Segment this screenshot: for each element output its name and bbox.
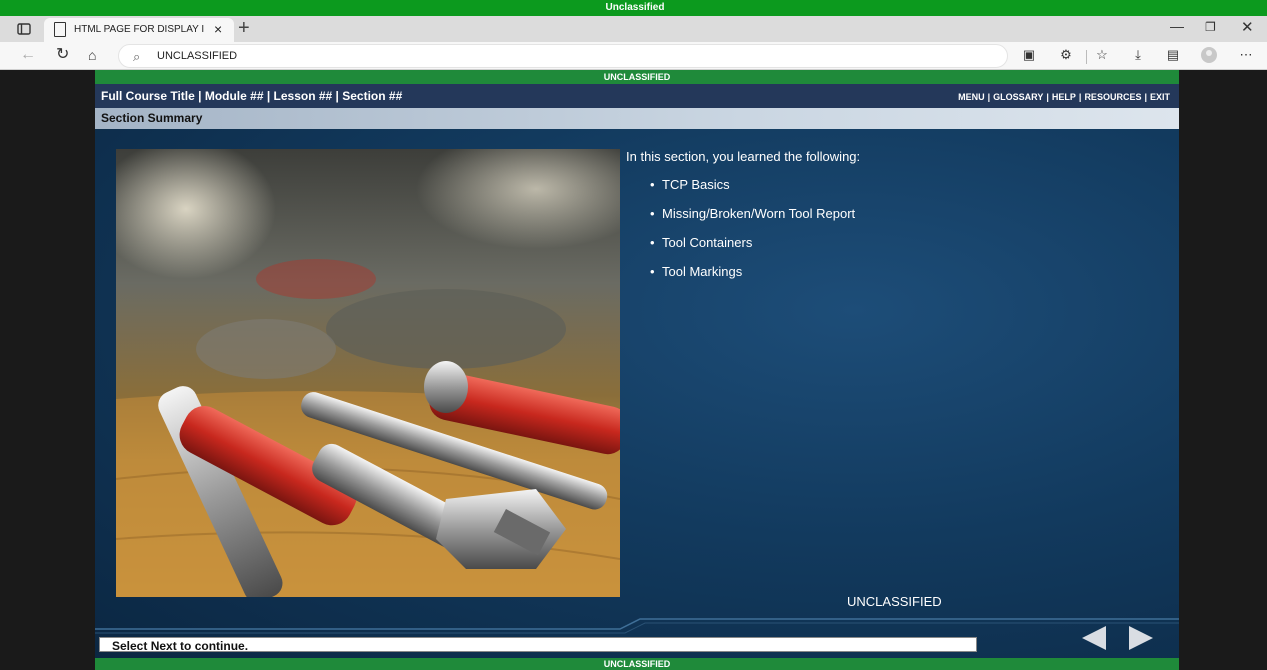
plus-icon[interactable]: + xyxy=(238,16,250,40)
refresh-icon[interactable]: ↻ xyxy=(56,45,69,65)
help-link[interactable]: HELP xyxy=(1052,92,1076,102)
address-text[interactable]: UNCLASSIFIED xyxy=(157,50,237,62)
footer-divider xyxy=(95,618,1179,634)
status-text: Select Next to continue. xyxy=(112,639,249,653)
address-bar[interactable]: ⌕ UNCLASSIFIED xyxy=(118,44,1008,68)
previous-button[interactable] xyxy=(1082,626,1106,650)
summary-list: TCP Basics Missing/Broken/Worn Tool Repo… xyxy=(650,177,855,293)
browser-toolbar: ← ↻ ⌂ ⌕ UNCLASSIFIED ▣ ⚙ ☆ ⤓ ▤ ⋯ xyxy=(0,42,1267,70)
restore-icon[interactable]: ❐ xyxy=(1205,20,1216,34)
course-classification-bottom: UNCLASSIFIED xyxy=(95,658,1179,670)
list-item: TCP Basics xyxy=(650,177,855,206)
status-bar: Select Next to continue. xyxy=(99,637,977,653)
content-classification: UNCLASSIFIED xyxy=(847,594,942,609)
resources-link[interactable]: RESOURCES xyxy=(1084,92,1141,102)
list-item: Tool Markings xyxy=(650,264,855,293)
course-menu: MENU | GLOSSARY | HELP | RESOURCES | EXIT xyxy=(958,92,1170,102)
browser-tab[interactable]: HTML PAGE FOR DISPLAY IN BRO × xyxy=(44,18,234,42)
window-close-icon[interactable]: ✕ xyxy=(1241,18,1254,36)
menu-link[interactable]: MENU xyxy=(958,92,985,102)
home-icon[interactable]: ⌂ xyxy=(88,45,96,65)
browser-tab-bar: HTML PAGE FOR DISPLAY IN BRO × + — ❐ ✕ xyxy=(0,16,1267,42)
favorites-icon[interactable]: ☆ xyxy=(1094,47,1110,63)
minimize-icon[interactable]: — xyxy=(1170,18,1184,34)
list-item: Tool Containers xyxy=(650,235,855,264)
course-player: UNCLASSIFIED Full Course Title | Module … xyxy=(95,70,1179,670)
glossary-link[interactable]: GLOSSARY xyxy=(993,92,1043,102)
course-header: Full Course Title | Module ## | Lesson #… xyxy=(95,84,1179,108)
profile-avatar[interactable] xyxy=(1201,47,1217,63)
course-title: Full Course Title | Module ## | Lesson #… xyxy=(101,89,403,103)
tools-photo xyxy=(116,149,620,597)
more-icon[interactable]: ⋯ xyxy=(1238,47,1254,63)
downloads-icon[interactable]: ⤓ xyxy=(1130,47,1146,63)
extensions-icon[interactable]: ⚙ xyxy=(1058,47,1074,63)
page-icon xyxy=(54,22,66,37)
classification-banner: Unclassified xyxy=(0,0,1267,16)
search-icon: ⌕ xyxy=(133,49,141,64)
collections-icon[interactable]: ▤ xyxy=(1165,47,1181,63)
summary-intro: In this section, you learned the followi… xyxy=(626,149,861,164)
close-icon[interactable]: × xyxy=(214,21,222,37)
toolbar-divider xyxy=(1086,50,1087,64)
list-item: Missing/Broken/Worn Tool Report xyxy=(650,206,855,235)
classification-banner-label: Unclassified xyxy=(600,1,670,15)
back-arrow-icon[interactable]: ← xyxy=(20,45,36,65)
tab-title: HTML PAGE FOR DISPLAY IN BRO xyxy=(74,24,204,35)
section-bar: Section Summary xyxy=(95,108,1179,129)
course-classification-top: UNCLASSIFIED xyxy=(95,70,1179,84)
outlook-icon[interactable]: ▣ xyxy=(1021,47,1037,63)
tab-actions-icon[interactable] xyxy=(16,21,32,37)
next-button[interactable] xyxy=(1129,626,1153,650)
exit-link[interactable]: EXIT xyxy=(1150,92,1170,102)
section-title: Section Summary xyxy=(101,111,203,125)
